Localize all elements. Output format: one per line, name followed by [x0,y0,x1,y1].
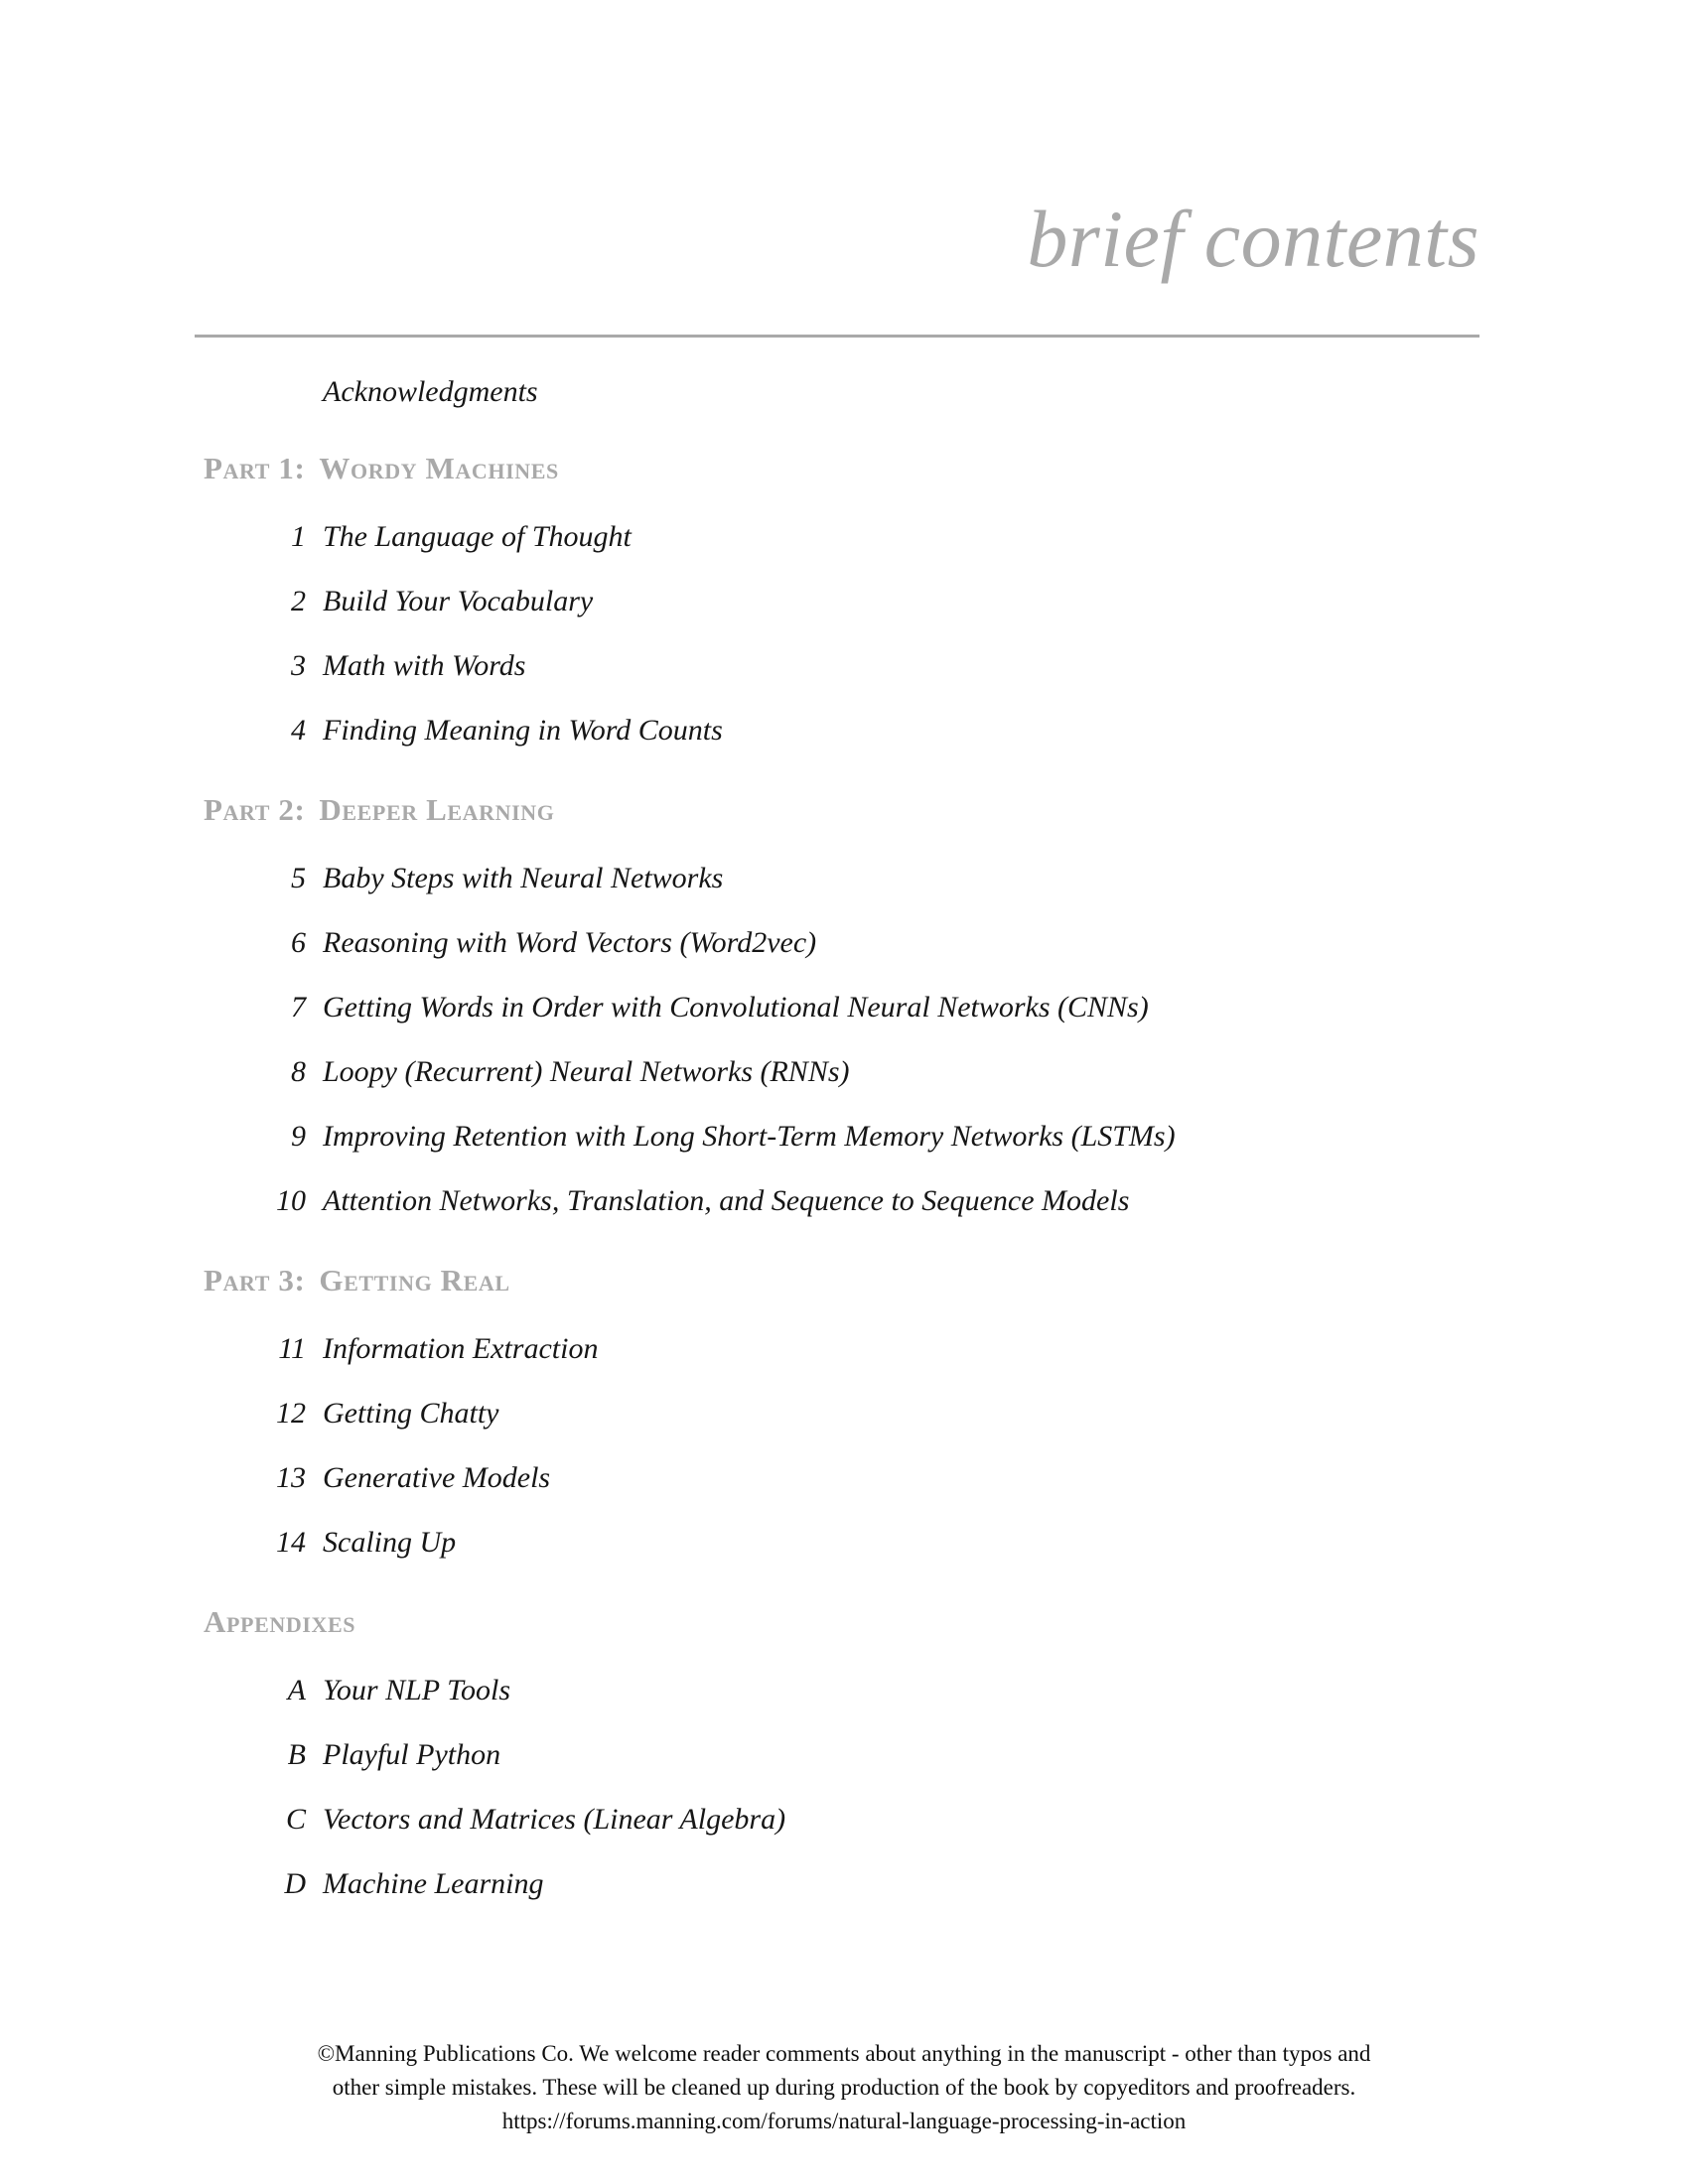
chapter-entry-9[interactable]: 9 Improving Retention with Long Short-Te… [0,1120,1688,1184]
appendix-title: Playful Python [323,1738,501,1771]
chapter-entry-1[interactable]: 1 The Language of Thought [0,520,1688,585]
chapter-entry-5[interactable]: 5 Baby Steps with Neural Networks [0,862,1688,926]
chapter-title: Improving Retention with Long Short-Term… [323,1120,1176,1153]
chapter-number: 10 [276,1184,306,1217]
footer-line-copyright: ©Manning Publications Co. We welcome rea… [317,2041,1371,2066]
chapter-number: 9 [291,1120,306,1153]
chapter-number: 12 [276,1397,306,1430]
chapter-number: 8 [291,1055,306,1088]
chapter-entry-2[interactable]: 2 Build Your Vocabulary [0,585,1688,649]
page-header: brief contents [195,199,1479,280]
appendix-entry-a[interactable]: A Your NLP Tools [0,1674,1688,1738]
header-divider-rule [195,335,1479,338]
chapter-title: Scaling Up [323,1526,457,1559]
chapter-title: Finding Meaning in Word Counts [323,714,723,747]
chapter-entry-7[interactable]: 7 Getting Words in Order with Convolutio… [0,991,1688,1055]
chapter-number: 13 [276,1461,306,1494]
chapter-number: 6 [291,926,306,959]
appendix-letter: B [287,1738,306,1771]
chapter-number: 7 [291,991,306,1024]
appendix-letter: C [285,1803,306,1836]
table-of-contents: Acknowledgments Part 1: Wordy Machines 1… [0,375,1688,1932]
chapter-title: Attention Networks, Translation, and Seq… [323,1184,1130,1217]
chapter-number: 1 [291,520,306,553]
chapter-title: The Language of Thought [323,520,632,553]
part-heading-2: Part 2: Deeper Learning [0,792,1688,854]
part-kicker-2: Part 2: [204,792,306,827]
chapter-number: 2 [291,585,306,617]
chapter-number: 11 [278,1332,306,1365]
chapter-title: Math with Words [323,649,526,682]
chapter-entry-14[interactable]: 14 Scaling Up [0,1526,1688,1590]
part-name-1: Wordy Machines [319,451,559,485]
chapter-title: Build Your Vocabulary [323,585,594,617]
chapter-title: Information Extraction [323,1332,599,1365]
part-kicker-1: Part 1: [204,451,306,485]
appendixes-label: Appendixes [204,1604,356,1639]
part-heading-1: Part 1: Wordy Machines [0,451,1688,512]
appendix-entry-b[interactable]: B Playful Python [0,1738,1688,1803]
frontmatter-label: Acknowledgments [323,375,538,408]
appendixes-heading: Appendixes [0,1604,1688,1666]
frontmatter-entry-acknowledgments[interactable]: Acknowledgments [0,375,1688,437]
appendix-entry-d[interactable]: D Machine Learning [0,1867,1688,1932]
part-kicker-3: Part 3: [204,1263,306,1297]
chapter-number: 4 [291,714,306,747]
appendix-letter: D [284,1867,306,1900]
chapter-entry-3[interactable]: 3 Math with Words [0,649,1688,714]
page-footer: ©Manning Publications Co. We welcome rea… [0,2037,1688,2138]
chapter-number: 5 [291,862,306,894]
appendix-title: Your NLP Tools [323,1674,511,1706]
chapter-title: Getting Words in Order with Convolutiona… [323,991,1149,1024]
footer-line-notice: other simple mistakes. These will be cle… [332,2075,1356,2100]
chapter-number: 3 [291,649,306,682]
chapter-entry-12[interactable]: 12 Getting Chatty [0,1397,1688,1461]
appendix-letter: A [287,1674,306,1706]
part-name-3: Getting Real [319,1263,510,1297]
chapter-number: 14 [276,1526,306,1559]
chapter-entry-10[interactable]: 10 Attention Networks, Translation, and … [0,1184,1688,1249]
appendix-title: Vectors and Matrices (Linear Algebra) [323,1803,786,1836]
page-title: brief contents [1027,194,1479,284]
part-heading-3: Part 3: Getting Real [0,1263,1688,1324]
chapter-entry-13[interactable]: 13 Generative Models [0,1461,1688,1526]
chapter-entry-8[interactable]: 8 Loopy (Recurrent) Neural Networks (RNN… [0,1055,1688,1120]
part-name-2: Deeper Learning [319,792,555,827]
chapter-title: Getting Chatty [323,1397,499,1430]
chapter-title: Baby Steps with Neural Networks [323,862,724,894]
brief-contents-page: brief contents Acknowledgments Part 1: W… [0,0,1688,2184]
footer-line-forum-url[interactable]: https://forums.manning.com/forums/natura… [0,2105,1688,2138]
chapter-title: Generative Models [323,1461,551,1494]
chapter-entry-4[interactable]: 4 Finding Meaning in Word Counts [0,714,1688,778]
appendix-title: Machine Learning [323,1867,544,1900]
chapter-entry-11[interactable]: 11 Information Extraction [0,1332,1688,1397]
chapter-title: Loopy (Recurrent) Neural Networks (RNNs) [323,1055,850,1088]
chapter-entry-6[interactable]: 6 Reasoning with Word Vectors (Word2vec) [0,926,1688,991]
appendix-entry-c[interactable]: C Vectors and Matrices (Linear Algebra) [0,1803,1688,1867]
chapter-title: Reasoning with Word Vectors (Word2vec) [323,926,817,959]
